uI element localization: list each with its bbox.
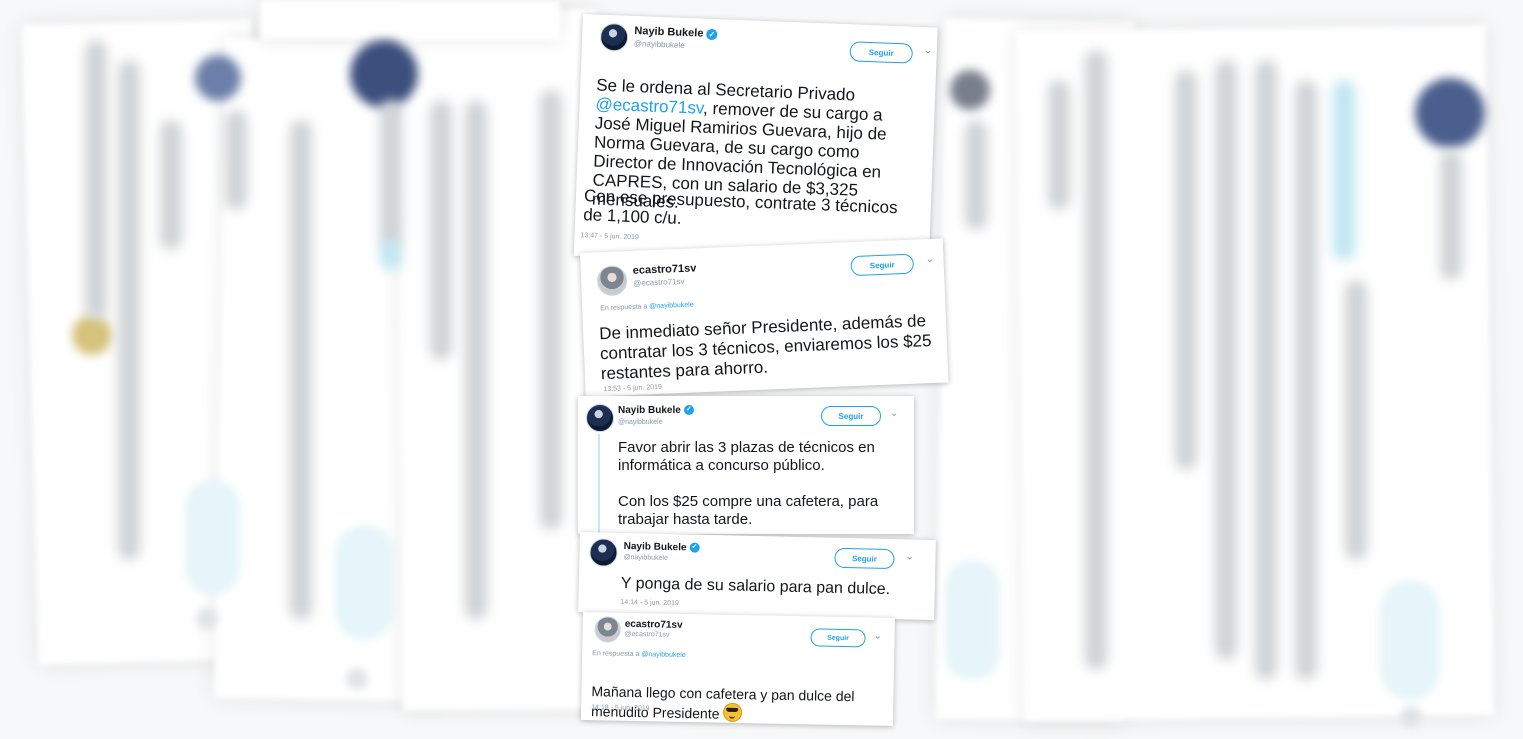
blurred-avatar <box>350 40 418 108</box>
author-handle[interactable]: @nayibbukele <box>618 419 662 426</box>
avatar[interactable] <box>586 404 614 432</box>
follow-button[interactable]: Seguir <box>849 41 914 64</box>
blurred-text <box>1085 50 1107 670</box>
chevron-down-icon[interactable]: ⌄ <box>890 409 898 419</box>
follow-button[interactable]: Seguir <box>834 547 895 570</box>
tweet-card: Nayib Bukele ✓ @nayibbukele Seguir ⌄ Y po… <box>578 532 936 621</box>
tweet-timestamp[interactable]: 14:18 - 5 jun. 2019 <box>591 704 650 712</box>
tweet-card: ecastro71sv @ecastro71sv Seguir ⌄ En res… <box>580 238 949 397</box>
author-name-text: Nayib Bukele <box>623 540 687 554</box>
blurred-text <box>965 120 987 230</box>
blurred-card <box>260 0 560 40</box>
author-name-text: Nayib Bukele <box>634 24 704 40</box>
blurred-avatar <box>195 55 241 101</box>
follow-button[interactable]: Seguir <box>810 628 866 648</box>
blurred-text <box>540 90 562 530</box>
author-name-text: Nayib Bukele <box>618 405 681 416</box>
author-handle[interactable]: @ecastro71sv <box>625 631 670 639</box>
blurred-text <box>225 110 247 210</box>
tweet-card: ecastro71sv @ecastro71sv Seguir ⌄ En res… <box>580 612 895 726</box>
blurred-follow-button <box>185 480 240 595</box>
chevron-down-icon[interactable]: ⌄ <box>925 254 934 265</box>
author-name[interactable]: Nayib Bukele ✓ <box>618 405 694 416</box>
blurred-avatar <box>950 70 990 110</box>
verified-badge-icon: ✓ <box>689 542 700 554</box>
author-name[interactable]: Nayib Bukele ✓ <box>634 24 718 40</box>
blurred-text <box>118 60 140 560</box>
blurred-text <box>1333 80 1355 260</box>
verified-badge-icon: ✓ <box>683 405 694 416</box>
tweet-text: Y ponga de su salario para pan dulce. <box>620 574 891 599</box>
author-handle[interactable]: @ecastro71sv <box>633 277 685 288</box>
reply-to-link[interactable]: @nayibbukele <box>641 651 686 659</box>
blurred-text <box>160 120 182 250</box>
reply-to-link[interactable]: @nayibbukele <box>649 301 694 310</box>
tweet-card: Nayib Bukele ✓ @nayibbukele Seguir ⌄ Se l… <box>573 14 938 270</box>
blurred-text <box>1175 70 1197 470</box>
blurred-text <box>1440 150 1462 280</box>
tweet-text-paragraph-2: Con los $25 compre una cafetera, para tr… <box>618 493 879 528</box>
avatar[interactable] <box>599 22 629 52</box>
blurred-text <box>85 40 107 320</box>
author-name[interactable]: Nayib Bukele ✓ <box>624 541 700 554</box>
tweet-timestamp[interactable]: 14:14 - 5 jun. 2019 <box>620 599 679 607</box>
blurred-text <box>430 100 452 360</box>
avatar[interactable] <box>596 265 628 297</box>
blurred-card <box>396 9 604 711</box>
blurred-follow-button <box>335 525 395 640</box>
blurred-text <box>380 100 402 250</box>
blurred-follow-button <box>945 560 1000 680</box>
tweet-timestamp[interactable]: 13:53 - 5 jun. 2019 <box>603 384 662 393</box>
blurred-text <box>1215 60 1237 660</box>
author-handle[interactable]: @nayibbukele <box>623 554 668 562</box>
blurred-caret <box>1400 706 1422 728</box>
reply-prefix: En respuesta a <box>592 650 640 659</box>
sunglasses-emoji-icon <box>723 702 743 723</box>
blurred-text <box>1345 280 1367 560</box>
blurred-text <box>1295 80 1317 680</box>
blurred-text <box>465 100 487 620</box>
author-name[interactable]: ecastro71sv <box>633 262 697 277</box>
verified-badge-icon: ✓ <box>706 28 718 40</box>
reply-context: En respuesta a @nayibbukele <box>592 650 686 659</box>
chevron-down-icon[interactable]: ⌄ <box>905 551 914 562</box>
author-handle[interactable]: @nayibbukele <box>634 39 685 50</box>
blurred-avatar <box>1415 78 1485 148</box>
blurred-text <box>1048 80 1070 210</box>
blurred-follow-button <box>1380 580 1440 700</box>
reply-context: En respuesta a @nayibbukele <box>600 301 694 312</box>
tweet-text: Favor abrir las 3 plazas de técnicos en … <box>618 439 875 474</box>
chevron-down-icon[interactable]: ⌄ <box>873 631 882 642</box>
avatar[interactable] <box>589 538 618 567</box>
author-name[interactable]: ecastro71sv <box>625 619 683 631</box>
tweet-text: De inmediato señor Presidente, además de… <box>598 311 932 384</box>
follow-button[interactable]: Seguir <box>821 406 881 426</box>
tweet-timestamp[interactable]: 13:47 - 5 jun. 2019 <box>580 232 639 241</box>
tweet-card: Nayib Bukele ✓ @nayibbukele Seguir ⌄ Favo… <box>578 396 914 534</box>
tweet-text: Mañana llego con cafetera y pan dulce de… <box>591 666 882 726</box>
blurred-text <box>1255 60 1277 680</box>
blurred-caret <box>346 668 368 690</box>
blurred-text <box>380 240 402 270</box>
blurred-text <box>290 120 312 620</box>
avatar[interactable] <box>594 616 621 643</box>
thread-line <box>598 434 600 534</box>
chevron-down-icon[interactable]: ⌄ <box>924 45 933 56</box>
follow-button[interactable]: Seguir <box>850 253 915 277</box>
blurred-avatar <box>72 315 112 355</box>
reply-prefix: En respuesta a <box>600 303 648 313</box>
blurred-caret <box>196 608 218 630</box>
